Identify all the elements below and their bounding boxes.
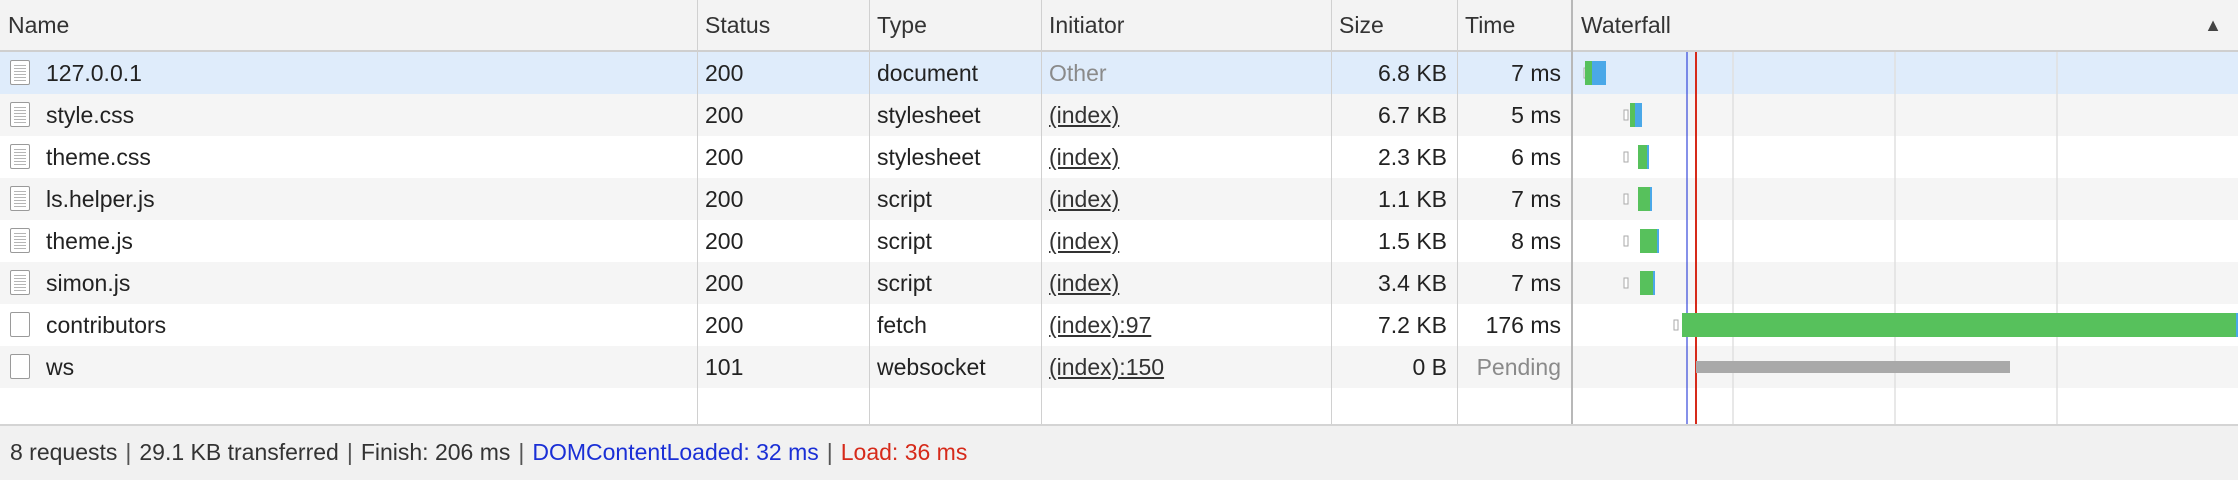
column-divider[interactable]: [1331, 0, 1332, 424]
status-bar: 8 requests | 29.1 KB transferred | Finish: 2…: [0, 424, 2238, 480]
separator: |: [125, 439, 132, 465]
column-divider[interactable]: [869, 0, 870, 424]
separator: |: [826, 439, 833, 465]
transferred-size: 29.1 KB transferred: [139, 439, 339, 465]
load-time: Load: 36 ms: [840, 439, 968, 465]
request-count: 8 requests: [10, 439, 118, 465]
finish-time: Finish: 206 ms: [360, 439, 511, 465]
separator: |: [346, 439, 353, 465]
column-divider[interactable]: [1041, 0, 1042, 424]
column-divider[interactable]: [1571, 0, 1573, 424]
column-dividers: [0, 0, 2238, 424]
column-divider[interactable]: [1457, 0, 1458, 424]
dom-content-loaded-time: DOMContentLoaded: 32 ms: [532, 439, 819, 465]
separator: |: [518, 439, 525, 465]
column-divider[interactable]: [697, 0, 698, 424]
network-panel: Name Status Type Initiator Size Time Wat…: [0, 0, 2238, 480]
